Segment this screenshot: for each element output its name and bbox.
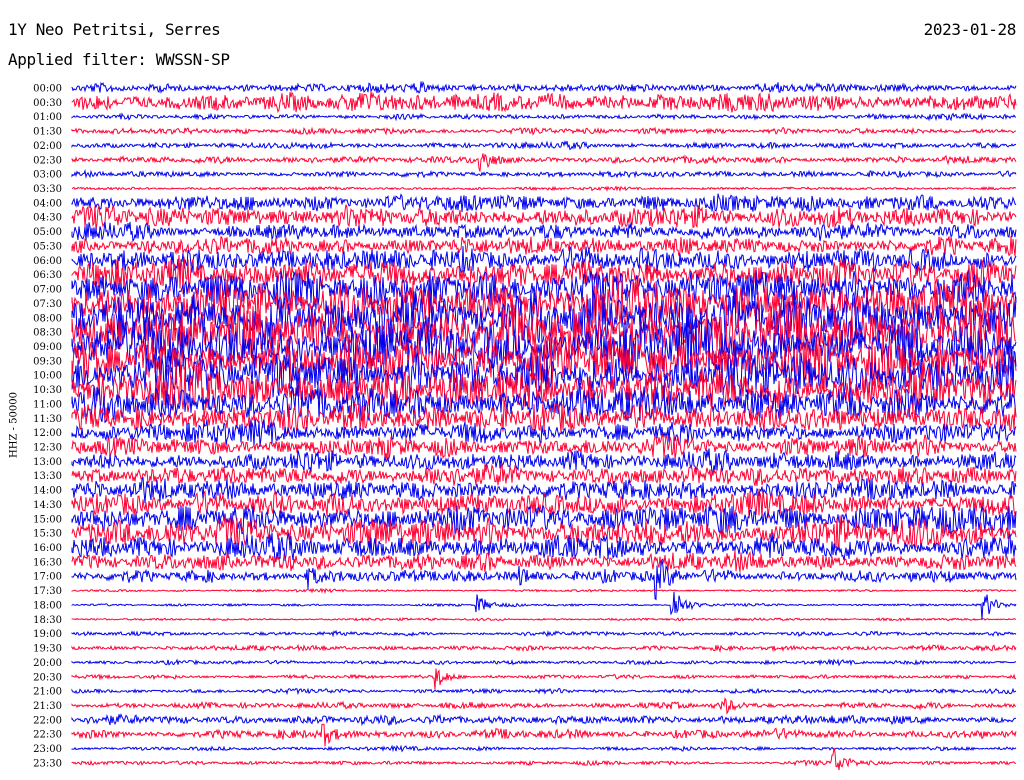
- seismic-trace-1730: [71, 587, 1017, 594]
- row-time-label: 18:30: [33, 615, 62, 626]
- row-time-label: 00:00: [33, 84, 62, 95]
- seismic-trace-0330: [71, 185, 1017, 193]
- row-time-label: 23:00: [33, 744, 62, 755]
- seismic-trace-2330: [71, 747, 1017, 771]
- row-time-label: 22:00: [33, 715, 62, 726]
- row-time-label: 20:30: [33, 672, 62, 683]
- row-time-label: 16:00: [33, 543, 62, 554]
- row-time-label: 08:30: [33, 328, 62, 339]
- seismic-trace-0000: [71, 80, 1017, 94]
- row-time-label: 04:30: [33, 213, 62, 224]
- seismic-trace-2300: [71, 744, 1017, 753]
- row-time-label: 09:30: [33, 356, 62, 367]
- seismic-trace-0600: [71, 245, 1017, 276]
- row-time-label: 10:30: [33, 385, 62, 396]
- row-time-label: 14:00: [33, 486, 62, 497]
- row-time-label: 22:30: [33, 730, 62, 741]
- seismic-trace-0300: [71, 168, 1017, 179]
- row-time-label: 09:00: [33, 342, 62, 353]
- row-time-label: 10:00: [33, 371, 62, 382]
- row-time-label: 06:30: [33, 270, 62, 281]
- row-time-label: 03:30: [33, 184, 62, 195]
- row-time-label: 21:30: [33, 701, 62, 712]
- row-time-label: 08:00: [33, 313, 62, 324]
- seismic-trace-0230: [71, 153, 1017, 172]
- row-time-label: 17:00: [33, 572, 62, 583]
- seismic-trace-0200: [71, 139, 1017, 151]
- row-time-label: 13:30: [33, 471, 62, 482]
- row-time-label: 19:30: [33, 644, 62, 655]
- seismic-trace-2100: [71, 687, 1017, 696]
- row-time-label: 06:00: [33, 256, 62, 267]
- seismic-trace-1830: [71, 616, 1017, 622]
- seismic-trace-1900: [71, 629, 1017, 638]
- seismic-trace-0500: [71, 221, 1017, 243]
- row-time-label: 12:00: [33, 428, 62, 439]
- row-time-label: 12:30: [33, 443, 62, 454]
- seismic-traces: [71, 80, 1017, 771]
- seismic-trace-1930: [71, 643, 1017, 653]
- seismic-trace-1630: [71, 550, 1017, 573]
- row-time-label: 15:00: [33, 514, 62, 525]
- row-time-label: 01:30: [33, 127, 62, 138]
- seismic-trace-2030: [71, 668, 1017, 690]
- row-time-label: 11:00: [33, 399, 62, 410]
- row-time-label: 23:30: [33, 758, 62, 769]
- seismic-trace-0100: [71, 112, 1017, 122]
- row-time-label: 21:00: [33, 687, 62, 698]
- row-time-label: 11:30: [33, 414, 62, 425]
- row-time-label: 03:00: [33, 170, 62, 181]
- seismic-trace-0030: [71, 91, 1017, 113]
- seismic-trace-2000: [71, 658, 1017, 667]
- row-time-label: 04:00: [33, 198, 62, 209]
- row-time-label: 05:00: [33, 227, 62, 238]
- seismic-trace-1800: [71, 591, 1017, 620]
- helicorder-plot: 00:00 00:30 01:00 01:30 02:00 02:30 03:00 03:30…: [33, 80, 1017, 771]
- row-time-label: 15:30: [33, 529, 62, 540]
- seismic-trace-0530: [71, 235, 1017, 257]
- row-time-label: 17:30: [33, 586, 62, 597]
- row-time-label: 13:00: [33, 457, 62, 468]
- row-time-label: 02:00: [33, 141, 62, 152]
- seismic-trace-1230: [71, 432, 1017, 461]
- row-time-label: 16:30: [33, 557, 62, 568]
- seismic-trace-1330: [71, 463, 1017, 487]
- seismic-trace-2230: [71, 723, 1017, 747]
- row-time-label: 19:00: [33, 629, 62, 640]
- row-time-labels: 00:00 00:30 01:00 01:30 02:00 02:30 03:00 03:30…: [33, 84, 62, 770]
- row-time-label: 02:30: [33, 155, 62, 166]
- row-time-label: 07:30: [33, 299, 62, 310]
- seismic-trace-0130: [71, 126, 1017, 136]
- seismic-trace-2200: [71, 712, 1017, 727]
- row-time-label: 07:00: [33, 285, 62, 296]
- row-time-label: 05:30: [33, 241, 62, 252]
- row-time-label: 18:00: [33, 600, 62, 611]
- row-time-label: 00:30: [33, 98, 62, 109]
- row-time-label: 01:00: [33, 112, 62, 123]
- row-time-label: 14:30: [33, 500, 62, 511]
- seismic-trace-1400: [71, 476, 1017, 504]
- row-time-label: 20:00: [33, 658, 62, 669]
- seismic-trace-2130: [71, 697, 1017, 715]
